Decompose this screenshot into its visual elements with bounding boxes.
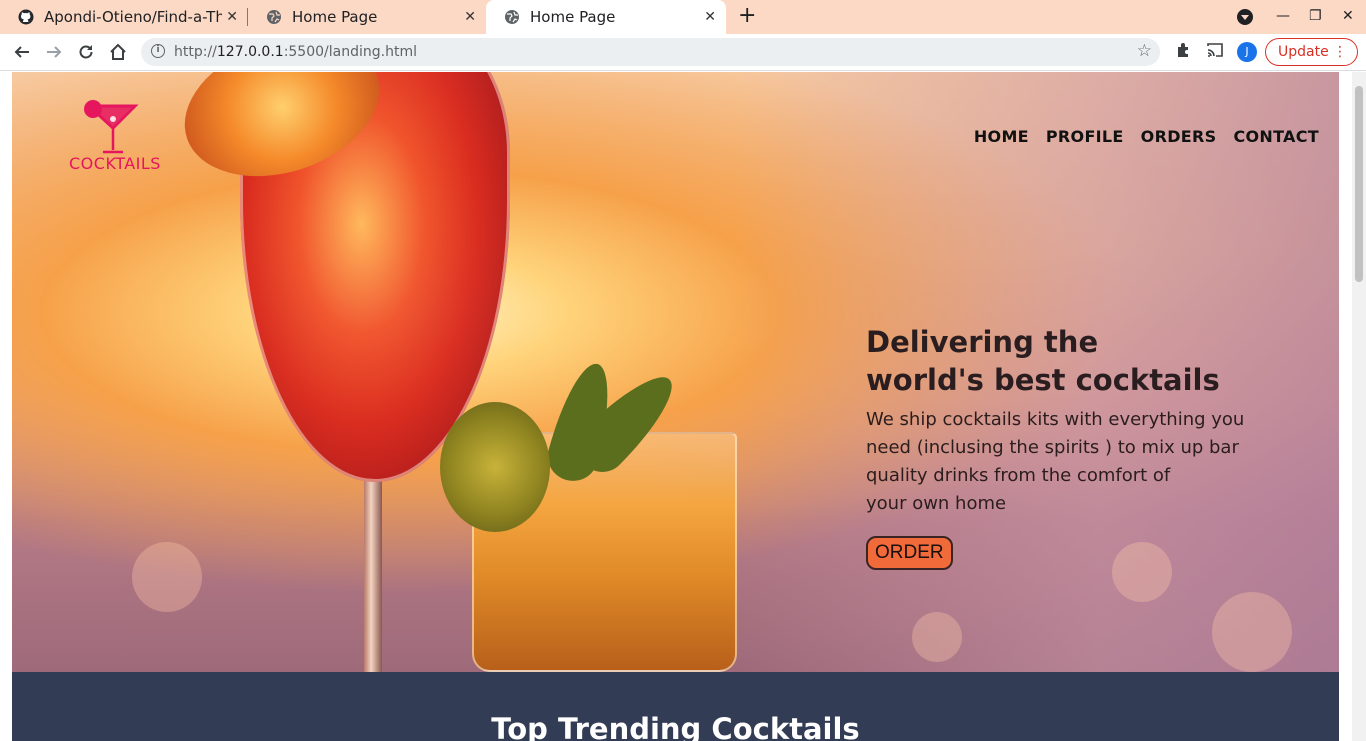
- close-icon[interactable]: ✕: [226, 9, 238, 25]
- update-button[interactable]: Update ⋮: [1265, 38, 1358, 66]
- tab-strip: Apondi-Otieno/Find-a-The ✕ Home Page ✕ H…: [0, 0, 1366, 34]
- nav-orders[interactable]: ORDERS: [1141, 127, 1217, 146]
- reload-icon[interactable]: [75, 41, 97, 63]
- new-tab-icon[interactable]: +: [738, 5, 756, 27]
- address-bar[interactable]: i http://127.0.0.1:5500/landing.html ☆: [141, 38, 1160, 66]
- home-icon[interactable]: [107, 41, 129, 63]
- glass-stem-image: [364, 477, 382, 672]
- tab-home-page-active[interactable]: Home Page ✕: [486, 0, 726, 34]
- scrollbar-thumb[interactable]: [1355, 86, 1363, 282]
- page-viewport: COCKTAILS HOME PROFILE ORDERS CONTACT De…: [0, 72, 1366, 741]
- extensions-icon[interactable]: [1175, 42, 1191, 62]
- restore-icon[interactable]: ❐: [1309, 8, 1322, 24]
- hero-description: We ship cocktails kits with everything y…: [866, 406, 1246, 518]
- profile-avatar[interactable]: J: [1237, 42, 1257, 62]
- main-nav: HOME PROFILE ORDERS CONTACT: [974, 127, 1319, 146]
- hero-desc-line: quality drinks from the comfort of: [866, 465, 1171, 486]
- tab-title: Home Page: [530, 8, 616, 26]
- cast-icon[interactable]: [1206, 42, 1224, 62]
- url-text: http://127.0.0.1:5500/landing.html: [174, 44, 417, 60]
- hero-title: Delivering the world's best cocktails: [866, 323, 1246, 399]
- globe-icon: [504, 9, 520, 25]
- hero-section: COCKTAILS HOME PROFILE ORDERS CONTACT De…: [12, 72, 1339, 672]
- bokeh-light: [912, 612, 962, 662]
- section-title: Top Trending Cocktails: [491, 712, 860, 741]
- tab-title: Home Page: [292, 8, 378, 26]
- logo-text[interactable]: COCKTAILS: [69, 154, 161, 173]
- lime-slice-image: [440, 402, 550, 532]
- forward-icon[interactable]: [43, 41, 65, 63]
- hero-title-line: Delivering the: [866, 325, 1099, 359]
- hero-copy: Delivering the world's best cocktails We…: [866, 323, 1246, 570]
- bookmark-star-icon[interactable]: ☆: [1137, 41, 1152, 61]
- site-info-icon[interactable]: i: [151, 44, 165, 58]
- minimize-icon[interactable]: —: [1276, 8, 1290, 24]
- bokeh-light: [1212, 592, 1292, 672]
- page-scrollbar[interactable]: [1352, 72, 1366, 741]
- tab-home-page[interactable]: Home Page ✕: [248, 0, 486, 34]
- hero-desc-line: your own home: [866, 493, 1007, 514]
- tab-title: Apondi-Otieno/Find-a-The: [44, 8, 222, 26]
- trending-section: Top Trending Cocktails: [12, 672, 1339, 741]
- browser-toolbar: i http://127.0.0.1:5500/landing.html ☆ J…: [0, 34, 1366, 71]
- back-icon[interactable]: [11, 41, 33, 63]
- more-menu-icon[interactable]: ⋮: [1333, 43, 1347, 61]
- github-icon: [18, 9, 34, 25]
- hero-title-line: world's best cocktails: [866, 363, 1220, 397]
- close-icon[interactable]: ✕: [464, 9, 476, 25]
- order-button[interactable]: ORDER: [866, 536, 953, 570]
- globe-icon: [266, 9, 282, 25]
- tab-github[interactable]: Apondi-Otieno/Find-a-The ✕: [0, 0, 248, 34]
- hero-desc-line: We ship cocktails kits with everything y…: [866, 409, 1245, 430]
- close-icon[interactable]: ✕: [704, 9, 716, 25]
- update-label: Update: [1278, 44, 1329, 60]
- nav-contact[interactable]: CONTACT: [1233, 127, 1319, 146]
- tab-search-icon[interactable]: [1237, 9, 1253, 25]
- close-window-icon[interactable]: ✕: [1342, 8, 1354, 24]
- bokeh-light: [132, 542, 202, 612]
- hero-desc-line: need (inclusing the spirits ) to mix up …: [866, 437, 1239, 458]
- nav-home[interactable]: HOME: [974, 127, 1029, 146]
- nav-profile[interactable]: PROFILE: [1046, 127, 1124, 146]
